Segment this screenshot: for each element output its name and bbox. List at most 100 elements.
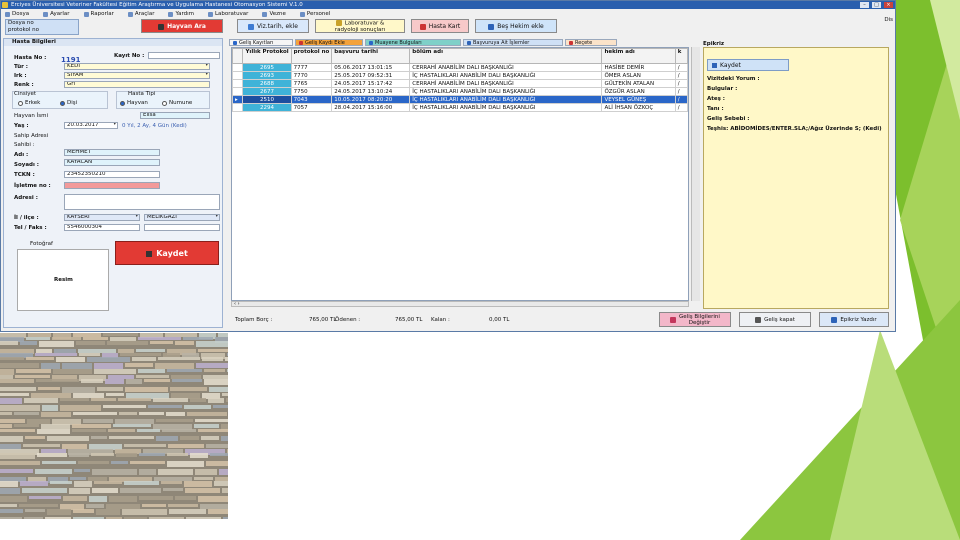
paper-stack xyxy=(52,337,81,340)
paper-stack xyxy=(45,517,71,519)
row-marker[interactable] xyxy=(232,87,244,96)
hekim-ekle-button[interactable]: Beş Hekim ekle xyxy=(475,19,557,33)
menu-raporlar[interactable]: Raporlar xyxy=(83,10,114,18)
tckn-input[interactable]: 23452350210 xyxy=(64,171,160,178)
menu-araclar[interactable]: Araçlar xyxy=(127,10,154,18)
row-marker[interactable] xyxy=(232,63,244,72)
fotograf-label: Fotoğraf xyxy=(30,241,53,247)
col-protokol-no[interactable]: protokol no xyxy=(290,48,333,64)
tel-input[interactable]: 5546000304 xyxy=(64,224,140,231)
paper-stack xyxy=(73,509,94,513)
table-row[interactable]: 2693 7770 25.05.2017 09:52:31 İÇ HASTALIKLA… xyxy=(232,71,688,80)
col-basvuru-tarihi[interactable]: başvuru tarihi xyxy=(331,48,411,64)
paper-stack xyxy=(222,393,228,396)
adi-input[interactable]: MEHMET xyxy=(64,149,160,156)
hasta-kart-button[interactable]: Hasta Kart xyxy=(411,19,469,33)
menu-vezne[interactable]: Vezne xyxy=(262,10,286,18)
disi-radio[interactable]: Dişi xyxy=(60,100,77,106)
dogum-tarihi-picker[interactable]: 20.03.2017 xyxy=(64,122,118,129)
soyadi-input[interactable]: KAYACAN xyxy=(64,159,160,166)
paper-stack xyxy=(27,419,50,424)
menu-dosya[interactable]: Dosya xyxy=(5,10,29,18)
menu-laboratuvar[interactable]: Laboratuvar xyxy=(207,10,248,18)
table-row[interactable]: 2677 7750 24.05.2017 13:10:24 İÇ HASTALIKLA… xyxy=(232,87,688,96)
col-hekim-adi[interactable]: hekim adı xyxy=(601,48,676,64)
paper-stack xyxy=(41,449,66,453)
close-button[interactable]: × xyxy=(884,2,893,8)
vizit-tarih-ekle-button[interactable]: Viz.tarih, ekle xyxy=(237,19,309,33)
menu-ayarlar[interactable]: Ayarlar xyxy=(43,10,70,18)
numune-radio[interactable]: Numune xyxy=(162,100,192,106)
paper-stack xyxy=(138,337,181,340)
hayvan-ismi-input[interactable]: Elisa xyxy=(140,112,210,119)
row-marker[interactable] xyxy=(232,79,244,88)
table-row[interactable]: 2688 7765 24.05.2017 15:17:42 CERRAHİ ANABİ… xyxy=(232,79,688,88)
gelis-kayitlari-table: Yıllık Protokol protokol no başvuru tari… xyxy=(231,47,689,301)
table-cell: 7770 xyxy=(290,71,333,80)
kayit-no-input[interactable] xyxy=(148,52,220,59)
tel-faks-label: Tel / Faks : xyxy=(14,225,47,231)
resim-box[interactable]: Resim xyxy=(17,249,109,311)
row-marker[interactable]: ▸ xyxy=(232,95,244,104)
paper-stack xyxy=(0,393,29,396)
hasta-bilgileri-header: Hasta Bilgileri xyxy=(4,39,222,46)
paper-stack xyxy=(138,369,165,373)
gelis-bilgileri-degistir-button[interactable]: Geliş Bilgilerini Değiştir xyxy=(659,312,731,327)
epikriz-yazdir-button[interactable]: Epikriz Yazdır xyxy=(819,312,889,327)
dosya-no-box[interactable]: Dosya no protokol no xyxy=(5,19,79,35)
hayvan-radio[interactable]: Hayvan xyxy=(120,100,148,106)
table-vertical-scrollbar[interactable] xyxy=(691,47,700,301)
table-cell: İÇ HASTALIKLARI ANABİLİM DALI BAŞKANLIĞI xyxy=(409,87,603,96)
col-k[interactable]: k xyxy=(674,48,688,64)
row-marker[interactable] xyxy=(232,71,244,80)
paper-stack xyxy=(25,509,45,512)
tab-gelis-kaydi-ekle[interactable]: Geliş Kaydı Ekle xyxy=(295,39,363,46)
kaydet-button[interactable]: Kaydet xyxy=(115,241,219,265)
menu-personel[interactable]: Personel xyxy=(299,10,330,18)
table-cell: 2695 xyxy=(242,63,292,72)
paper-stack xyxy=(106,393,124,396)
maximize-button[interactable]: □ xyxy=(872,2,881,8)
paper-stack xyxy=(190,453,208,458)
ilce-select[interactable]: MELİKGAZİ xyxy=(144,214,220,221)
epikriz-kaydet-button[interactable]: Kaydet xyxy=(707,59,789,71)
faks-input[interactable] xyxy=(144,224,220,231)
tab-muayene-bulgulari[interactable]: Muayene Bulguları xyxy=(365,39,461,46)
col-bolum-adi[interactable]: bölüm adı xyxy=(409,48,603,64)
isletme-no-input[interactable] xyxy=(64,182,160,189)
window-title: Erciyes Üniversitesi Veteriner Fakültesi… xyxy=(11,2,303,8)
hayvan-ara-button[interactable]: Hayvan Ara xyxy=(141,19,223,33)
tab-basvuru-islemler[interactable]: Başvuruya Ait İşlemler xyxy=(463,39,563,46)
bulgular-label: Bulgular : xyxy=(707,86,738,92)
gelis-kapat-button[interactable]: Geliş kapat xyxy=(739,312,811,327)
table-cell: 2688 xyxy=(242,79,292,88)
paper-stack xyxy=(200,504,228,509)
table-cell: 25.05.2017 09:52:31 xyxy=(331,71,411,80)
tur-select[interactable]: KEDİ xyxy=(64,63,210,70)
paper-stack xyxy=(83,419,113,423)
col-yillik-protokol[interactable]: Yıllık Protokol xyxy=(242,48,292,64)
table-horizontal-scrollbar[interactable]: ‹ › xyxy=(231,301,689,307)
il-select[interactable]: KAYSERİ xyxy=(64,214,140,221)
yas-label: Yaş : xyxy=(14,123,29,129)
paper-stack xyxy=(16,369,51,373)
minimize-button[interactable]: – xyxy=(860,2,869,8)
odenen-value: 765,00 TL xyxy=(395,317,423,323)
tab-gelis-kayitlari[interactable]: Geliş Kayıtları xyxy=(229,39,293,46)
paper-stack xyxy=(31,393,71,398)
calendar-icon xyxy=(247,23,254,30)
erkek-radio[interactable]: Erkek xyxy=(18,100,40,106)
paper-stack xyxy=(161,481,182,484)
table-row[interactable]: ▸ 2510 7043 10.05.2017 08:20:20 İÇ HASTALIKL… xyxy=(232,95,688,104)
laboratuvar-sonuclari-button[interactable]: Laboratuvar & radyoloji sonuçları xyxy=(315,19,405,33)
paper-stack xyxy=(22,488,67,493)
renk-input[interactable]: Gri xyxy=(64,81,210,88)
table-row[interactable]: 2294 7057 28.04.2017 15:16:00 İÇ HASTALIKLA… xyxy=(232,103,688,112)
irk-select[interactable]: SİYAM xyxy=(64,72,210,79)
row-marker[interactable] xyxy=(232,103,244,112)
menu-yardim[interactable]: Yardım xyxy=(168,10,194,18)
adres-textarea[interactable] xyxy=(64,194,220,210)
tab-recete[interactable]: Reçete xyxy=(565,39,617,46)
paper-stack xyxy=(124,481,159,485)
table-row[interactable]: 2695 7777 05.06.2017 13:01:15 CERRAHİ ANABİ… xyxy=(232,63,688,72)
